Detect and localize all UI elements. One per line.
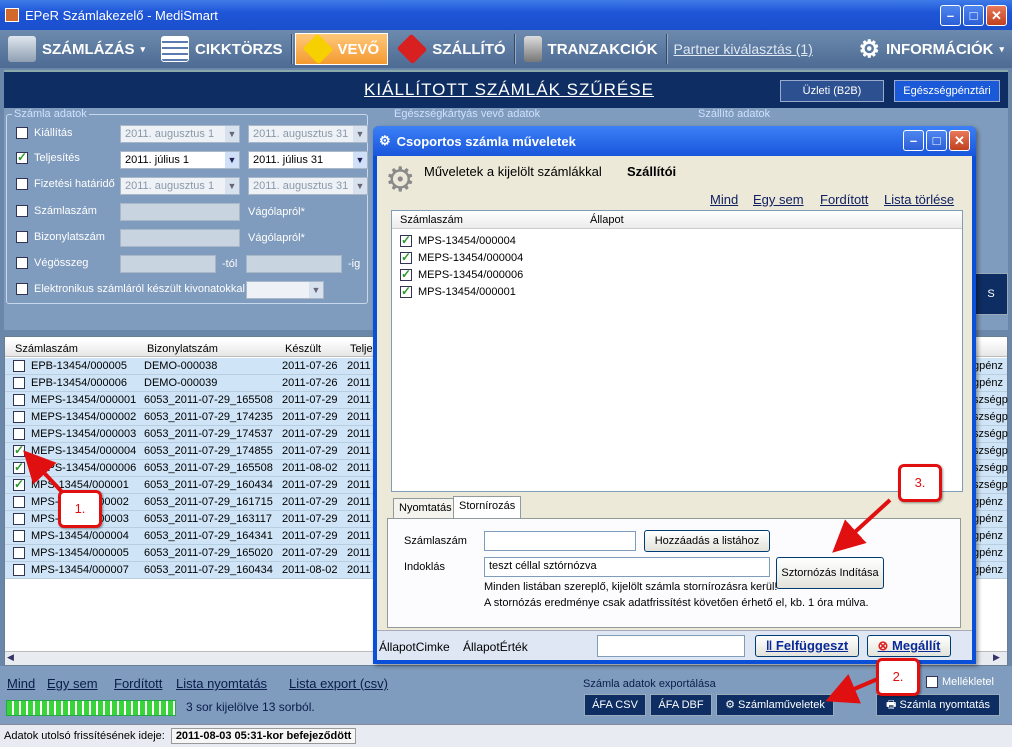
arrow-3 bbox=[832, 498, 892, 553]
arrow-1 bbox=[23, 450, 64, 494]
arrow-2 bbox=[825, 674, 881, 704]
annotation-arrows bbox=[23, 450, 892, 704]
callout-1: 1. bbox=[58, 490, 102, 528]
callout-3: 3. bbox=[898, 464, 942, 502]
callout-2: 2. bbox=[876, 658, 920, 696]
